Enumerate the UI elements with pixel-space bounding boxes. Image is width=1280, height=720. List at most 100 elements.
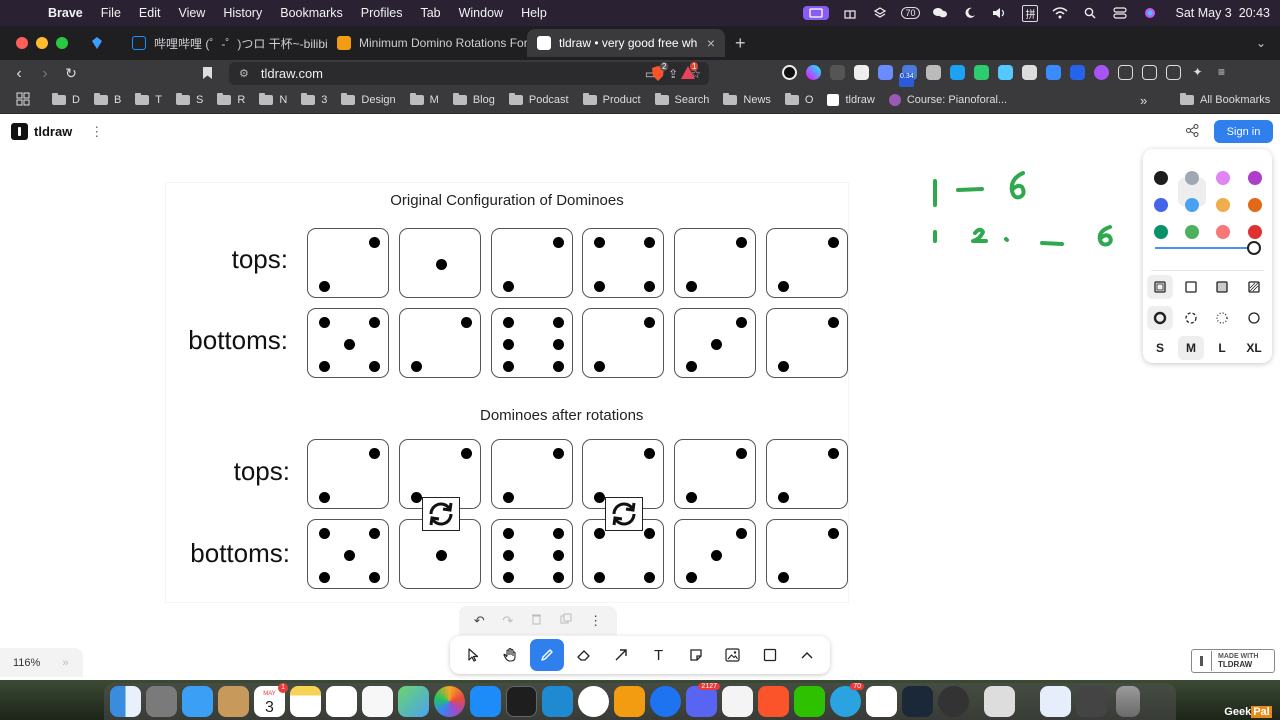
maps-icon[interactable] (398, 686, 429, 717)
size-m-option[interactable]: M (1178, 336, 1204, 360)
wechat-icon[interactable] (794, 686, 825, 717)
extension-5-icon[interactable] (878, 65, 893, 80)
color-swatch[interactable] (1185, 225, 1199, 239)
extension-7-icon[interactable] (926, 65, 941, 80)
extension-notion-icon[interactable] (854, 65, 869, 80)
color-swatch[interactable] (1248, 171, 1262, 185)
extension-3-icon[interactable] (830, 65, 845, 80)
profile-avatar[interactable] (1094, 65, 1109, 80)
select-tool[interactable] (456, 639, 490, 671)
cloud-app-icon[interactable] (866, 686, 897, 717)
opacity-slider-track[interactable] (1155, 247, 1255, 249)
control-center-icon[interactable] (1111, 6, 1129, 20)
brave-shields-icon[interactable]: 2 (650, 62, 669, 82)
asset-tool[interactable] (716, 639, 750, 671)
apps-grid-icon[interactable] (16, 92, 30, 109)
bookmark-folder[interactable]: Design (341, 93, 396, 106)
browser-menu-icon[interactable]: ≡ (1214, 65, 1229, 80)
tldraw-logo[interactable]: tldraw ⋮ (11, 123, 103, 140)
wifi-icon[interactable] (1051, 6, 1069, 20)
tldraw-canvas[interactable]: tldraw ⋮ Sign in Original Configuration … (0, 114, 1280, 680)
bookmark-folder[interactable]: Blog (452, 93, 495, 106)
minimap-toggle-icon[interactable]: » (62, 657, 68, 669)
size-s-option[interactable]: S (1147, 336, 1173, 360)
bookmark-folder[interactable]: S (176, 93, 203, 106)
bookmark-folder[interactable]: M (409, 93, 439, 106)
made-with-tldraw-badge[interactable]: MADE WITH TLDRAW (1191, 649, 1275, 673)
handwritten-notes[interactable] (920, 169, 1140, 259)
bookmark-folder[interactable]: O (784, 93, 813, 106)
bookmark-folder[interactable]: B (93, 93, 121, 106)
undo-icon[interactable]: ↶ (474, 613, 485, 629)
recent-window-icon[interactable] (1076, 686, 1107, 717)
tab-bilibili[interactable]: 哔哩哔哩 (゜-゜)つロ 干杯~-bilibili (122, 29, 327, 57)
wallet-icon[interactable] (1166, 65, 1181, 80)
back-icon[interactable]: ‹ (6, 65, 32, 83)
color-swatch[interactable] (1154, 171, 1168, 185)
vlc-icon[interactable] (614, 686, 645, 717)
extension-9-icon[interactable] (974, 65, 989, 80)
bookmark-course[interactable]: Course: Pianoforal... (888, 94, 1007, 106)
note-tool[interactable] (679, 639, 713, 671)
telegram-icon[interactable]: 70 (830, 683, 864, 717)
color-swatch[interactable] (1154, 225, 1168, 239)
brave-icon[interactable] (758, 686, 789, 717)
extension-10-icon[interactable] (998, 65, 1013, 80)
color-swatch[interactable] (1185, 171, 1199, 185)
reminders-icon[interactable] (362, 686, 393, 717)
text-tool[interactable]: T (642, 639, 676, 671)
terminal-icon[interactable] (506, 686, 537, 717)
menu-bookmarks[interactable]: Bookmarks (280, 6, 343, 20)
app-store-icon[interactable] (470, 686, 501, 717)
spotlight-search-icon[interactable] (1081, 6, 1099, 20)
menu-profiles[interactable]: Profiles (361, 6, 403, 20)
tab-leetcode[interactable]: Minimum Domino Rotations For E (327, 29, 527, 57)
color-swatch[interactable] (1154, 198, 1168, 212)
bookmark-folder[interactable]: Podcast (508, 93, 569, 106)
steam-icon[interactable] (902, 686, 933, 717)
arrow-tool[interactable] (604, 639, 638, 671)
menu-app-name[interactable]: Brave (48, 6, 83, 20)
photos-icon[interactable] (434, 686, 465, 717)
fill-semi-option[interactable] (1178, 275, 1204, 299)
domino-image-shape[interactable]: Original Configuration of Dominoes tops:… (166, 183, 848, 602)
bookmark-folder[interactable]: R (217, 93, 245, 106)
menu-tab[interactable]: Tab (420, 6, 440, 20)
leo-ai-icon[interactable]: ✦ (1190, 65, 1205, 80)
trash-icon[interactable] (531, 613, 542, 628)
sign-in-button[interactable]: Sign in (1214, 120, 1273, 143)
forward-icon[interactable]: › (32, 65, 58, 83)
menubar-clock[interactable]: Sat May 3 20:43 (1175, 6, 1270, 20)
new-tab-icon[interactable]: + (735, 33, 746, 54)
textedit-icon[interactable] (722, 686, 753, 717)
menu-window[interactable]: Window (459, 6, 503, 20)
bookmark-folder[interactable]: Product (582, 93, 641, 106)
chevron-down-icon[interactable]: ⌄ (1256, 36, 1266, 50)
hand-tool[interactable] (493, 639, 527, 671)
notification-badge-icon[interactable]: 70 (901, 6, 920, 20)
finder-icon[interactable] (110, 686, 141, 717)
siri-icon[interactable] (1141, 6, 1159, 20)
extension-12-icon[interactable] (1046, 65, 1061, 80)
discord-icon[interactable]: 2127 (686, 683, 720, 717)
bookmark-icon[interactable] (202, 66, 213, 85)
notes-icon[interactable] (290, 686, 321, 717)
extension-6-icon[interactable]: 0.34 (899, 65, 917, 88)
extension-1-icon[interactable] (782, 65, 797, 80)
menu-edit[interactable]: Edit (139, 6, 161, 20)
menu-help[interactable]: Help (521, 6, 547, 20)
layers-icon[interactable] (871, 6, 889, 20)
redo-icon[interactable]: ↷ (502, 613, 513, 629)
main-menu-icon[interactable]: ⋮ (90, 124, 103, 140)
draw-tool[interactable] (529, 639, 564, 671)
opacity-slider-handle[interactable] (1247, 241, 1261, 255)
color-swatch[interactable] (1216, 171, 1230, 185)
dash-draw-option[interactable] (1147, 306, 1173, 330)
all-bookmarks-folder[interactable]: All Bookmarks (1180, 93, 1270, 106)
input-method-icon[interactable]: 拼 (1021, 4, 1039, 22)
close-window-button[interactable] (16, 37, 28, 49)
bookmark-folder[interactable]: N (259, 93, 287, 106)
extension-8-icon[interactable] (950, 65, 965, 80)
more-tools-button[interactable] (790, 639, 824, 671)
tab-tldraw[interactable]: tldraw • very good free white × (527, 29, 725, 57)
